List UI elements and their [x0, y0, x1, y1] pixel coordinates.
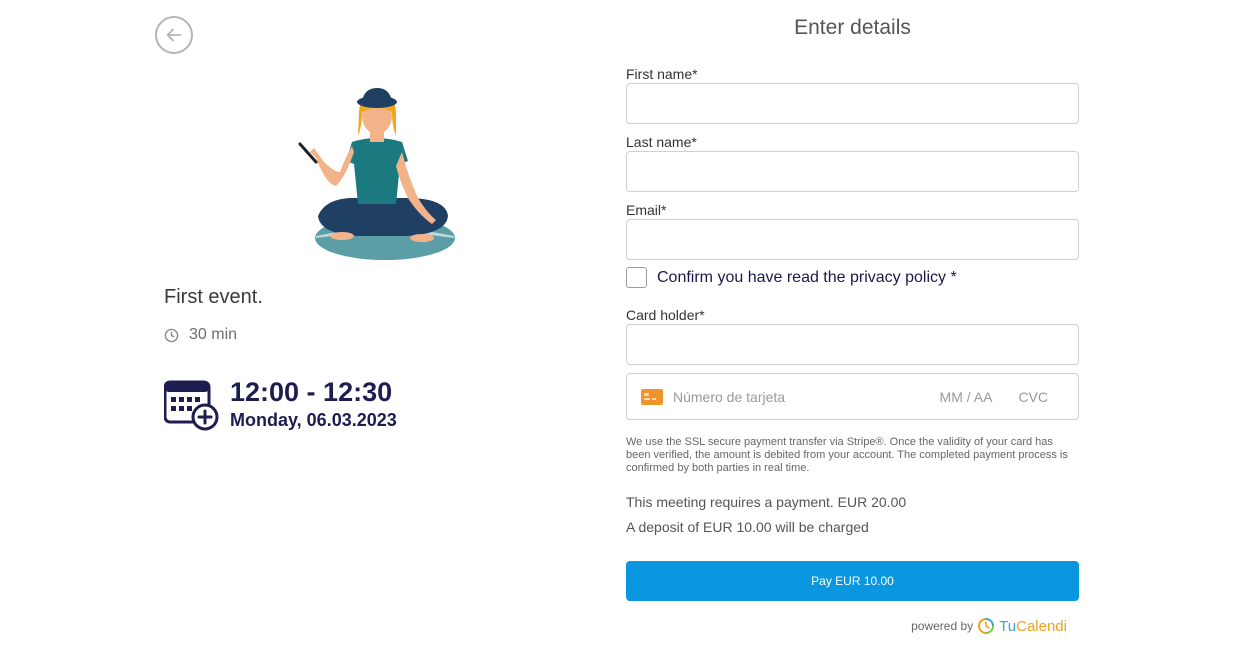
brand-i: i [1063, 617, 1067, 635]
last-name-input[interactable] [626, 151, 1079, 192]
meditation-illustration [298, 88, 455, 260]
privacy-consent: Confirm you have read the privacy policy… [626, 267, 957, 288]
powered-by-label: powered by [911, 619, 974, 633]
email-label: Email* [626, 202, 667, 218]
duration-label: 30 min [189, 326, 238, 343]
privacy-label: Confirm you have read the privacy policy… [657, 268, 957, 286]
form-title: Enter details [794, 16, 911, 39]
powered-by: powered by TuCalendi [911, 617, 1067, 635]
time-range: 12:00 - 12:30 [230, 377, 393, 407]
event-duration: 30 min [164, 326, 237, 344]
ssl-note: We use the SSL secure payment transfer v… [626, 436, 1068, 474]
email-input[interactable] [626, 219, 1079, 260]
credit-card-icon [641, 388, 663, 405]
card-number-input[interactable]: Número de tarjeta [673, 389, 940, 405]
event-date: Monday, 06.03.2023 [230, 410, 397, 430]
tucalendi-logo-icon [978, 618, 995, 634]
card-expiry-input[interactable]: MM / AA [940, 389, 993, 405]
brand-cal: Calend [1016, 617, 1064, 635]
payment-required-text: This meeting requires a payment. EUR 20.… [626, 494, 907, 510]
first-name-input[interactable] [626, 83, 1079, 124]
clock-icon [164, 328, 179, 342]
event-title: First event. [164, 286, 263, 308]
last-name-label: Last name* [626, 134, 697, 150]
tucalendi-logo[interactable]: TuCalendi [999, 618, 1067, 635]
calendar-add-icon [164, 380, 219, 431]
back-button[interactable] [155, 16, 193, 54]
card-holder-label: Card holder* [626, 307, 705, 323]
event-time: 12:00 - 12:30 Monday, 06.03.2023 [164, 378, 397, 432]
card-holder-input[interactable] [626, 324, 1079, 365]
card-details-field[interactable]: Número de tarjeta MM / AA CVC [626, 373, 1079, 420]
card-cvc-input[interactable]: CVC [1018, 389, 1048, 405]
first-name-label: First name* [626, 66, 698, 82]
pay-button[interactable]: Pay EUR 10.00 [626, 561, 1079, 601]
deposit-text: A deposit of EUR 10.00 will be charged [626, 519, 869, 535]
privacy-checkbox[interactable] [626, 267, 647, 288]
arrow-left-icon [166, 28, 182, 42]
brand-tu: Tu [999, 617, 1017, 635]
